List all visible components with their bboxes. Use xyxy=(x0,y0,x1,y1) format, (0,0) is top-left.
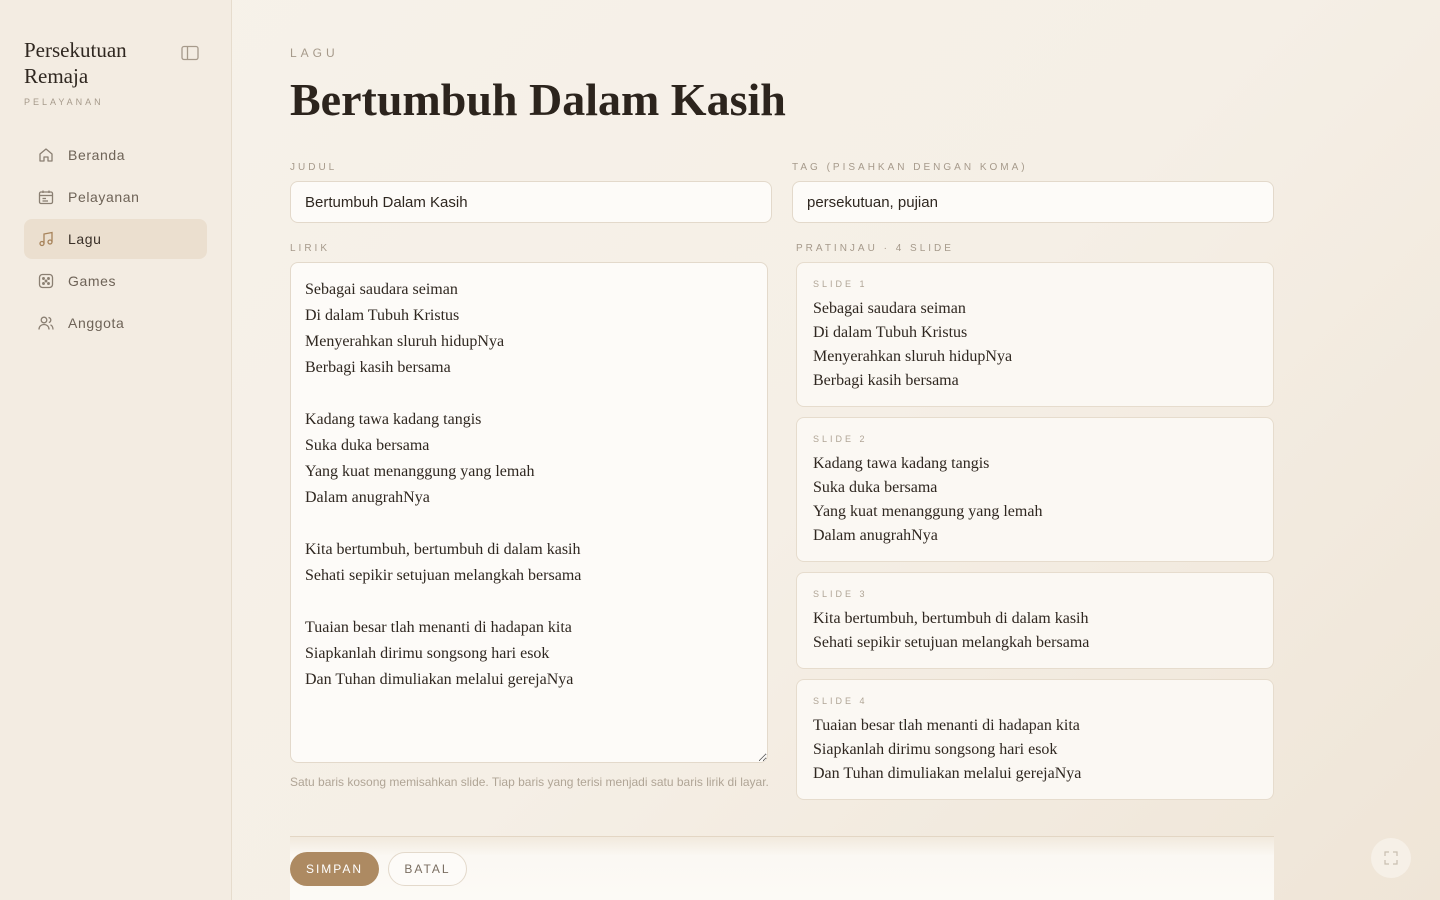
preview-label: PRATINJAU · 4 SLIDE xyxy=(796,243,954,254)
slide-line: Suka duka bersama xyxy=(813,479,938,496)
sidebar-toggle-icon xyxy=(181,45,199,61)
slide-preview-card: SLIDE 3 Kita bertumbuh, bertumbuh di dal… xyxy=(796,572,1274,669)
lyrics-textarea[interactable]: Sebagai saudara seiman Di dalam Tubuh Kr… xyxy=(290,262,768,763)
sidebar-item-label: Pelayanan xyxy=(68,189,140,205)
fullscreen-icon xyxy=(1384,851,1398,865)
slide-line: Di dalam Tubuh Kristus xyxy=(813,324,968,341)
sidebar-item-lagu[interactable]: Lagu xyxy=(24,219,207,259)
fullscreen-button[interactable] xyxy=(1371,838,1411,878)
slide-line: Dan Tuhan dimuliakan melalui gerejaNya xyxy=(813,765,1082,782)
slide-label: SLIDE 2 xyxy=(813,434,868,444)
slide-label: SLIDE 1 xyxy=(813,279,868,289)
save-button[interactable]: SIMPAN xyxy=(290,852,379,886)
music-note-icon xyxy=(38,231,54,247)
lyrics-hint: Satu baris kosong memisahkan slide. Tiap… xyxy=(290,775,769,789)
dice-icon xyxy=(38,273,54,289)
page-eyebrow: LAGU xyxy=(290,46,339,60)
slide-line: Berbagi kasih bersama xyxy=(813,372,959,389)
slide-label: SLIDE 4 xyxy=(813,696,868,706)
brand-title: Persekutuan Remaja xyxy=(24,38,127,88)
slide-line: Dalam anugrahNya xyxy=(813,527,938,544)
slide-line: Sehati sepikir setujuan melangkah bersam… xyxy=(813,634,1090,651)
title-label: JUDUL xyxy=(290,162,338,173)
brand-subtitle: PELAYANAN xyxy=(24,97,104,107)
home-icon xyxy=(38,147,54,163)
tags-label: TAG (PISAHKAN DENGAN KOMA) xyxy=(792,162,1028,173)
sidebar-item-label: Beranda xyxy=(68,147,126,163)
page-title: Bertumbuh Dalam Kasih xyxy=(290,74,786,125)
slide-line: Siapkanlah dirimu songsong hari esok xyxy=(813,741,1058,758)
sidebar: Persekutuan Remaja PELAYANAN Beranda Pel… xyxy=(0,0,232,900)
slide-line: Kadang tawa kadang tangis xyxy=(813,455,990,472)
sidebar-item-beranda[interactable]: Beranda xyxy=(24,135,207,175)
sidebar-nav: Beranda Pelayanan Lagu Games Anggota xyxy=(24,135,207,345)
lyrics-label: LIRIK xyxy=(290,243,331,254)
title-input[interactable] xyxy=(290,181,772,223)
slide-line: Menyerahkan sluruh hidupNya xyxy=(813,348,1013,365)
slide-line: Tuaian besar tlah menanti di hadapan kit… xyxy=(813,717,1080,734)
sidebar-item-label: Games xyxy=(68,273,117,289)
slide-line: Sebagai saudara seiman xyxy=(813,300,966,317)
slide-label: SLIDE 3 xyxy=(813,589,868,599)
sidebar-item-label: Anggota xyxy=(68,315,125,331)
slide-preview-card: SLIDE 4 Tuaian besar tlah menanti di had… xyxy=(796,679,1274,800)
tags-input[interactable] xyxy=(792,181,1274,223)
sidebar-item-pelayanan[interactable]: Pelayanan xyxy=(24,177,207,217)
slide-preview-card: SLIDE 1 Sebagai saudara seiman Di dalam … xyxy=(796,262,1274,407)
sidebar-item-label: Lagu xyxy=(68,231,102,247)
calendar-icon xyxy=(38,189,54,205)
sidebar-item-anggota[interactable]: Anggota xyxy=(24,303,207,343)
slide-line: Yang kuat menanggung yang lemah xyxy=(813,503,1043,520)
cancel-button[interactable]: BATAL xyxy=(388,852,467,886)
users-icon xyxy=(38,315,54,331)
slide-preview-card: SLIDE 2 Kadang tawa kadang tangis Suka d… xyxy=(796,417,1274,562)
sidebar-toggle-button[interactable] xyxy=(180,44,200,62)
slide-line: Kita bertumbuh, bertumbuh di dalam kasih xyxy=(813,610,1089,627)
brand: Persekutuan Remaja PELAYANAN xyxy=(24,37,174,107)
sidebar-item-games[interactable]: Games xyxy=(24,261,207,301)
